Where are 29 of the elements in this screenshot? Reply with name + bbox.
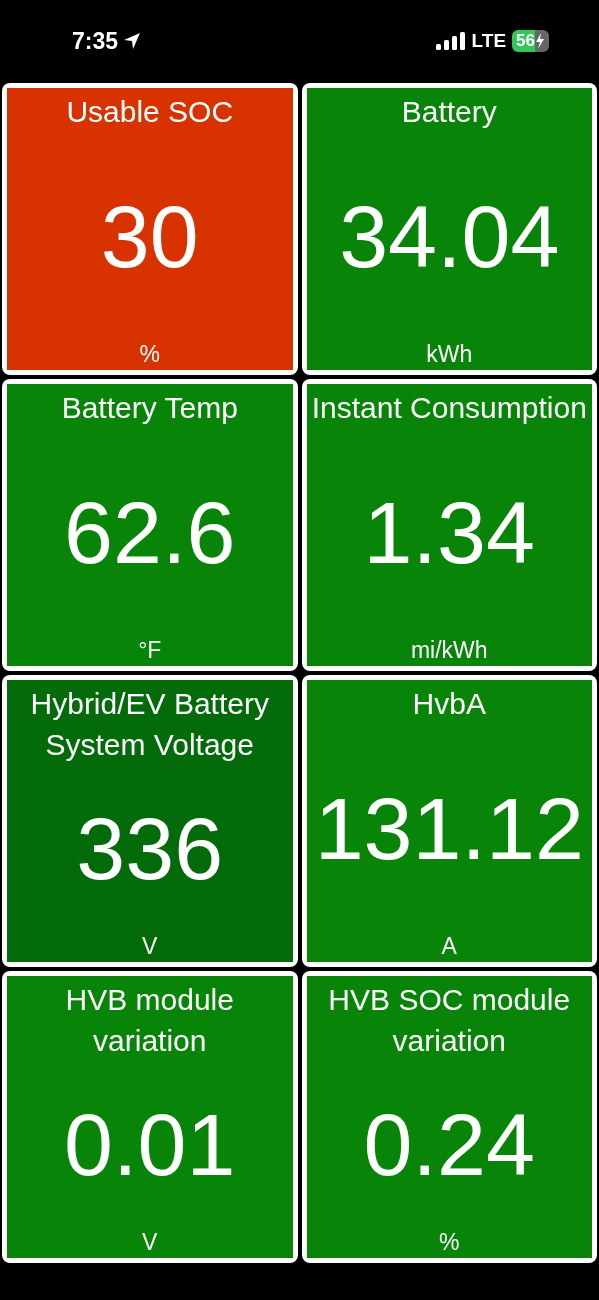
gauge-unit: % <box>439 1229 460 1256</box>
gauge-value: 1.34 <box>363 481 535 584</box>
gauge-title: HvbA <box>412 686 486 722</box>
clock-time: 7:35 <box>72 27 119 55</box>
gauge-value: 62.6 <box>64 481 236 584</box>
gauge-title: Hybrid/EV Battery System Voltage <box>29 686 270 763</box>
gauge-value: 30 <box>100 185 199 288</box>
gauge-value: 336 <box>76 798 224 900</box>
gauge-title: HVB module variation <box>64 982 235 1059</box>
gauge-value: 131.12 <box>314 777 584 880</box>
gauge-title: Instant Consumption <box>311 390 587 426</box>
gauge-unit: V <box>142 1229 158 1256</box>
gauge-unit: V <box>142 933 158 960</box>
gauge-unit: kWh <box>426 341 473 368</box>
battery-icon: 56 <box>512 30 549 52</box>
gauge-title: Usable SOC <box>66 94 234 130</box>
network-label: LTE <box>471 30 507 52</box>
location-arrow-icon <box>122 31 143 51</box>
gauge-value: 0.01 <box>64 1094 236 1196</box>
gauge-title: Battery Temp <box>61 390 238 426</box>
gauge-title: HVB SOC module variation <box>327 982 572 1059</box>
gauge-value: 0.24 <box>363 1094 535 1196</box>
gauge-value: 34.04 <box>339 185 560 288</box>
signal-icon <box>435 31 466 51</box>
gauge-unit: mi/kWh <box>410 637 488 664</box>
gauge-unit: % <box>139 341 160 368</box>
gauge-title: Battery <box>401 94 497 130</box>
gauge-unit: °F <box>138 637 162 664</box>
gauge-unit: A <box>441 933 457 960</box>
